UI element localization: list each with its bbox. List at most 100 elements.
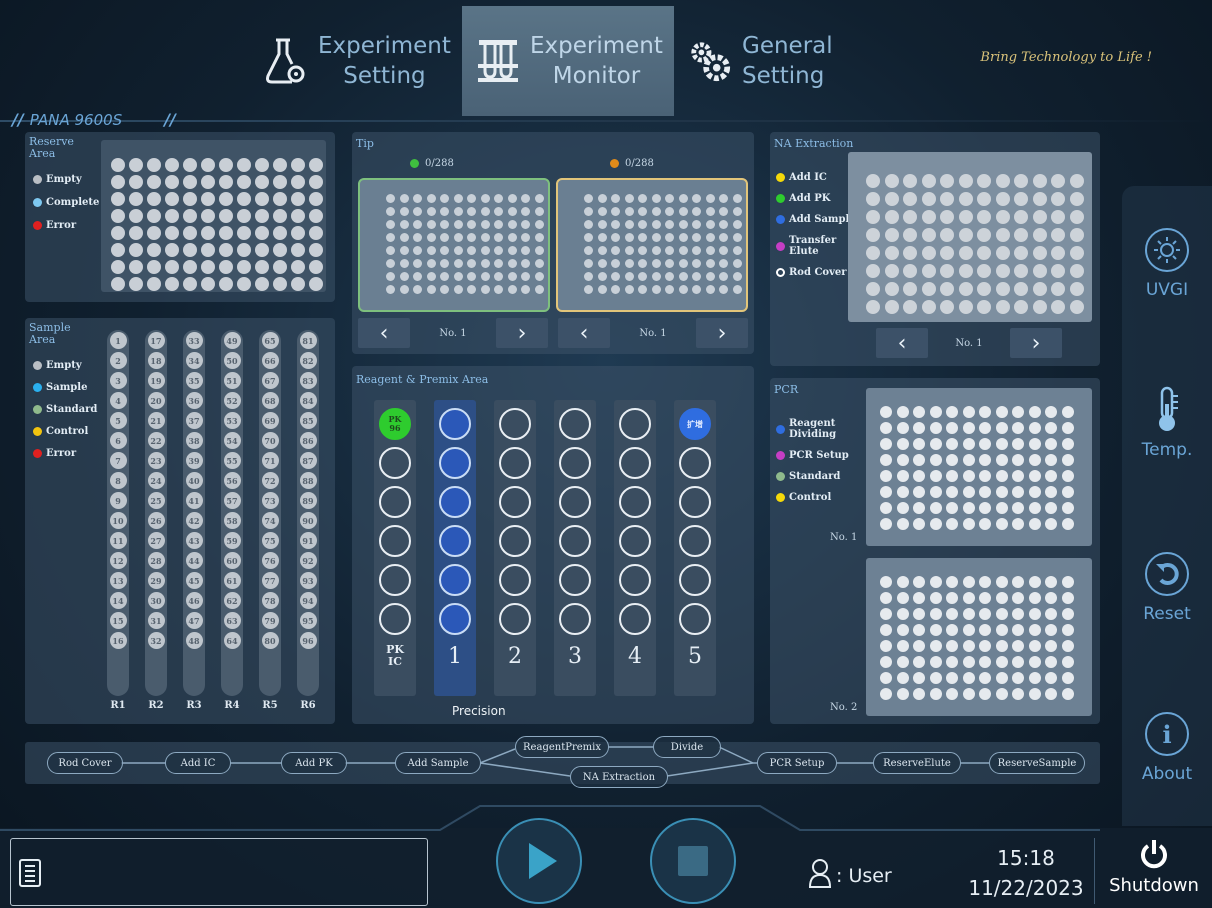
well[interactable] (453, 194, 463, 203)
well[interactable] (921, 174, 936, 188)
well[interactable] (929, 608, 942, 620)
reagent-tube[interactable] (439, 525, 471, 557)
well[interactable] (494, 207, 503, 216)
well[interactable] (665, 233, 674, 242)
well[interactable] (467, 207, 476, 216)
sample-tube[interactable]: 22 (147, 432, 165, 449)
reagent-tube[interactable]: 扩增 (679, 408, 711, 440)
well[interactable] (1045, 406, 1057, 418)
well[interactable] (946, 624, 958, 636)
well[interactable] (1061, 624, 1074, 636)
well[interactable] (453, 272, 463, 281)
well[interactable] (866, 264, 880, 278)
well[interactable] (165, 260, 179, 274)
well[interactable] (273, 260, 287, 274)
well[interactable] (705, 233, 715, 242)
well[interactable] (638, 285, 647, 294)
well[interactable] (638, 233, 647, 242)
sample-tube[interactable]: 75 (261, 532, 279, 549)
well[interactable] (1028, 486, 1041, 498)
well[interactable] (183, 226, 197, 240)
well[interactable] (732, 220, 742, 229)
well[interactable] (273, 277, 287, 291)
well[interactable] (884, 174, 899, 188)
well[interactable] (995, 192, 1010, 206)
well[interactable] (467, 194, 476, 203)
well[interactable] (732, 246, 742, 255)
well[interactable] (678, 233, 688, 242)
well[interactable] (1051, 264, 1065, 278)
sample-tube[interactable]: 81 (299, 332, 317, 349)
well[interactable] (413, 220, 422, 229)
sample-tube[interactable]: 52 (223, 392, 241, 409)
well[interactable] (732, 194, 742, 203)
well[interactable] (665, 272, 674, 281)
well[interactable] (534, 285, 544, 294)
well[interactable] (940, 210, 954, 224)
well[interactable] (678, 220, 688, 229)
well[interactable] (534, 272, 544, 281)
well[interactable] (453, 246, 463, 255)
sample-tube[interactable]: 60 (223, 552, 241, 569)
well[interactable] (611, 285, 620, 294)
well[interactable] (979, 438, 991, 450)
well[interactable] (584, 220, 593, 229)
well[interactable] (219, 277, 233, 291)
well[interactable] (1061, 518, 1074, 530)
well[interactable] (678, 272, 688, 281)
well[interactable] (273, 226, 287, 240)
well[interactable] (866, 228, 880, 242)
well[interactable] (291, 158, 305, 172)
sample-tube[interactable]: 16 (109, 632, 127, 649)
well[interactable] (507, 233, 517, 242)
well[interactable] (129, 260, 143, 274)
well[interactable] (597, 194, 607, 203)
well[interactable] (979, 656, 991, 668)
well[interactable] (995, 438, 1008, 450)
well[interactable] (534, 233, 544, 242)
well[interactable] (147, 209, 161, 223)
well[interactable] (426, 259, 436, 268)
well[interactable] (386, 285, 395, 294)
well[interactable] (896, 486, 909, 498)
well[interactable] (977, 246, 991, 260)
well[interactable] (440, 220, 449, 229)
well[interactable] (651, 207, 661, 216)
well[interactable] (426, 220, 436, 229)
reagent-tube[interactable] (559, 447, 591, 479)
well[interactable] (201, 277, 215, 291)
well[interactable] (921, 264, 936, 278)
well[interactable] (866, 300, 880, 314)
sample-tube[interactable]: 44 (185, 552, 203, 569)
well[interactable] (913, 576, 925, 588)
well[interactable] (219, 209, 233, 223)
well[interactable] (884, 264, 899, 278)
well[interactable] (1012, 422, 1024, 434)
well[interactable] (1032, 192, 1047, 206)
well[interactable] (884, 282, 899, 296)
well[interactable] (929, 470, 942, 482)
well[interactable] (494, 220, 503, 229)
well[interactable] (1012, 486, 1024, 498)
well[interactable] (929, 518, 942, 530)
well[interactable] (913, 672, 925, 684)
well[interactable] (521, 259, 530, 268)
well[interactable] (534, 194, 544, 203)
well[interactable] (611, 246, 620, 255)
sample-tube[interactable]: 33 (185, 332, 203, 349)
sample-tube[interactable]: 42 (185, 512, 203, 529)
well[interactable] (962, 518, 975, 530)
well[interactable] (866, 246, 880, 260)
well[interactable] (995, 264, 1010, 278)
sample-tube[interactable]: 74 (261, 512, 279, 529)
well[interactable] (946, 502, 958, 514)
well[interactable] (1061, 454, 1074, 466)
well[interactable] (467, 246, 476, 255)
well[interactable] (1045, 438, 1057, 450)
well[interactable] (995, 422, 1008, 434)
well[interactable] (896, 518, 909, 530)
well[interactable] (1032, 210, 1047, 224)
well[interactable] (624, 207, 634, 216)
well[interactable] (1045, 688, 1057, 700)
well[interactable] (219, 175, 233, 189)
